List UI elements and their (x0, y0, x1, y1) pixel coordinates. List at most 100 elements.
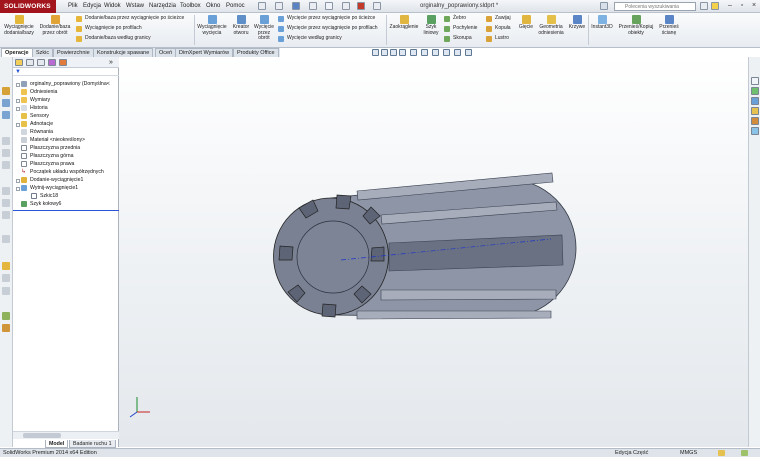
tab-dimxpert[interactable]: DimXpert Wymiarów (175, 48, 234, 57)
menu-plik[interactable]: Plik (68, 0, 78, 13)
appearances-icon[interactable] (751, 117, 759, 125)
menu-okno[interactable]: Okno (206, 0, 220, 13)
tab-operacje[interactable]: Operacje (1, 48, 33, 57)
pattern-entities-icon[interactable] (2, 287, 10, 295)
relation-tool-icon[interactable] (2, 262, 10, 270)
tree-item-odniesienia[interactable]: Odniesienia (21, 88, 57, 96)
wrap-button[interactable]: Zawijaj (486, 15, 511, 22)
view-settings-icon[interactable] (465, 49, 472, 56)
loft-boss-button[interactable]: Wyciągnięcie po profilach (76, 25, 142, 32)
tree-item-sketch[interactable]: Szkic18 (31, 192, 58, 200)
measure-icon[interactable] (2, 312, 10, 320)
zoom-to-area-icon[interactable] (381, 49, 388, 56)
tab-motion-study[interactable]: Badanie ruchu 1 (69, 440, 116, 448)
tree-filter[interactable]: ▼ (13, 68, 119, 76)
extrude-boss-button[interactable]: Wyciągnięcie dodania/bazy (2, 15, 36, 36)
tree-expander[interactable] (16, 83, 20, 87)
search-input[interactable]: Polecenia wyszukiwania (614, 2, 696, 11)
circle-tool-icon[interactable] (2, 149, 10, 157)
menu-edycja[interactable]: Edycja (83, 0, 101, 13)
select-icon[interactable] (342, 2, 350, 10)
reference-geometry-button[interactable]: Geometria odniesienia (536, 15, 566, 36)
help-icon[interactable] (711, 2, 719, 10)
horizontal-scrollbar[interactable] (13, 431, 119, 439)
tree-expander[interactable] (16, 123, 20, 127)
boundary-cut-button[interactable]: Wycięcie według granicy (278, 35, 342, 42)
filter-icon[interactable]: ▼ (15, 68, 21, 76)
linear-pattern-button[interactable]: Szyk liniowy (421, 15, 441, 36)
save-icon[interactable] (292, 2, 300, 10)
tree-expander[interactable] (16, 107, 20, 111)
smart-dimension-icon[interactable] (2, 87, 10, 95)
line-tool-icon[interactable] (2, 137, 10, 145)
section-view-icon[interactable] (2, 324, 10, 332)
tree-item-plane-top[interactable]: Płaszczyzna górna (21, 152, 74, 160)
help-status-icon[interactable] (741, 450, 748, 456)
revolve-boss-button[interactable]: Dodanie/baza przez obrót (38, 15, 72, 36)
move-copy-button[interactable]: Przenieś/Kopiuj obiekty (617, 15, 655, 36)
instant3d-button[interactable]: Instant3D (589, 15, 615, 31)
view-orientation-icon[interactable] (410, 49, 417, 56)
tree-expander[interactable] (16, 99, 20, 103)
displaymanager-tab-icon[interactable] (59, 59, 67, 66)
minimize-button[interactable]: – (725, 1, 735, 11)
options-icon[interactable] (373, 2, 381, 10)
shell-button[interactable]: Skorupa (444, 35, 472, 42)
loft-cut-button[interactable]: Wycięcie przez wyciągnięcie po profilach (278, 25, 378, 32)
menu-wstaw[interactable]: Wstaw (126, 0, 144, 13)
spline-tool-icon[interactable] (2, 199, 10, 207)
scroll-thumb[interactable] (23, 433, 61, 438)
curves-button[interactable]: Krzywe (566, 15, 588, 31)
open-folder-icon[interactable] (275, 2, 283, 10)
revolve-cut-button[interactable]: Wycięcie przez obrót (253, 15, 275, 42)
menu-widok[interactable]: Widok (104, 0, 121, 13)
tree-item-historia[interactable]: Historia (21, 104, 48, 112)
menu-pomoc[interactable]: Pomoc (226, 0, 245, 13)
tab-konstrukcje-spawane[interactable]: Konstrukcje spawane (93, 48, 154, 57)
hide-show-items-icon[interactable] (432, 49, 439, 56)
print-icon[interactable] (309, 2, 317, 10)
fillet-button[interactable]: Zaokrąglenie (388, 15, 420, 31)
tab-ocen[interactable]: Oceń (155, 48, 177, 57)
tab-powierzchnie[interactable]: Powierzchnie (53, 48, 94, 57)
draft-button[interactable]: Pochylenie (444, 25, 477, 32)
flex-button[interactable]: Gięcie (517, 15, 535, 31)
rectangle-tool-icon[interactable] (2, 187, 10, 195)
new-document-icon[interactable] (258, 2, 266, 10)
file-explorer-icon[interactable] (751, 97, 759, 105)
view-palette-icon[interactable] (751, 107, 759, 115)
tree-item-wymiary[interactable]: Wymiary (21, 96, 50, 104)
tree-expander[interactable] (16, 187, 20, 191)
propertymanager-tab-icon[interactable] (26, 59, 34, 66)
sketch-tool-icon[interactable] (2, 111, 10, 119)
tree-item-cut-extrude[interactable]: Wytnij-wyciągnięcie1 (21, 184, 78, 192)
search-commands-icon[interactable] (600, 2, 608, 10)
app-logo[interactable]: SOLIDWORKS (0, 0, 56, 13)
tree-item-plane-right[interactable]: Płaszczyzna prawa (21, 160, 74, 168)
mirror-button[interactable]: Lustro (486, 35, 509, 42)
rib-button[interactable]: Żebro (444, 15, 466, 22)
boundary-boss-button[interactable]: Dodanie/baza według granicy (76, 35, 151, 42)
edit-appearance-icon[interactable] (443, 49, 450, 56)
undo-icon[interactable] (325, 2, 333, 10)
previous-view-icon[interactable] (390, 49, 397, 56)
arc-tool-icon[interactable] (2, 161, 10, 169)
tab-szkic[interactable]: Szkic (32, 48, 54, 57)
panel-expand-icon[interactable]: » (109, 58, 113, 67)
tree-item-plane-front[interactable]: Płaszczyzna przednia (21, 144, 80, 152)
graphics-area[interactable] (119, 49, 748, 447)
tree-expander[interactable] (16, 179, 20, 183)
swept-cut-button[interactable]: Wycięcie przez wyciągnięcie po ścieżce (278, 15, 375, 22)
apply-scene-icon[interactable] (454, 49, 461, 56)
rollback-bar[interactable] (13, 210, 119, 211)
custom-properties-icon[interactable] (751, 127, 759, 135)
move-face-button[interactable]: Przenieś ścianę (656, 15, 682, 36)
configurationmanager-tab-icon[interactable] (37, 59, 45, 66)
trim-tool-icon[interactable] (2, 211, 10, 219)
display-style-icon[interactable] (421, 49, 428, 56)
offset-tool-icon[interactable] (2, 235, 10, 243)
featuremanager-tab-icon[interactable] (15, 59, 23, 66)
rebuild-icon[interactable] (357, 2, 365, 10)
dome-button[interactable]: Kopuła (486, 25, 511, 32)
units-label[interactable]: MMGS (680, 449, 697, 457)
